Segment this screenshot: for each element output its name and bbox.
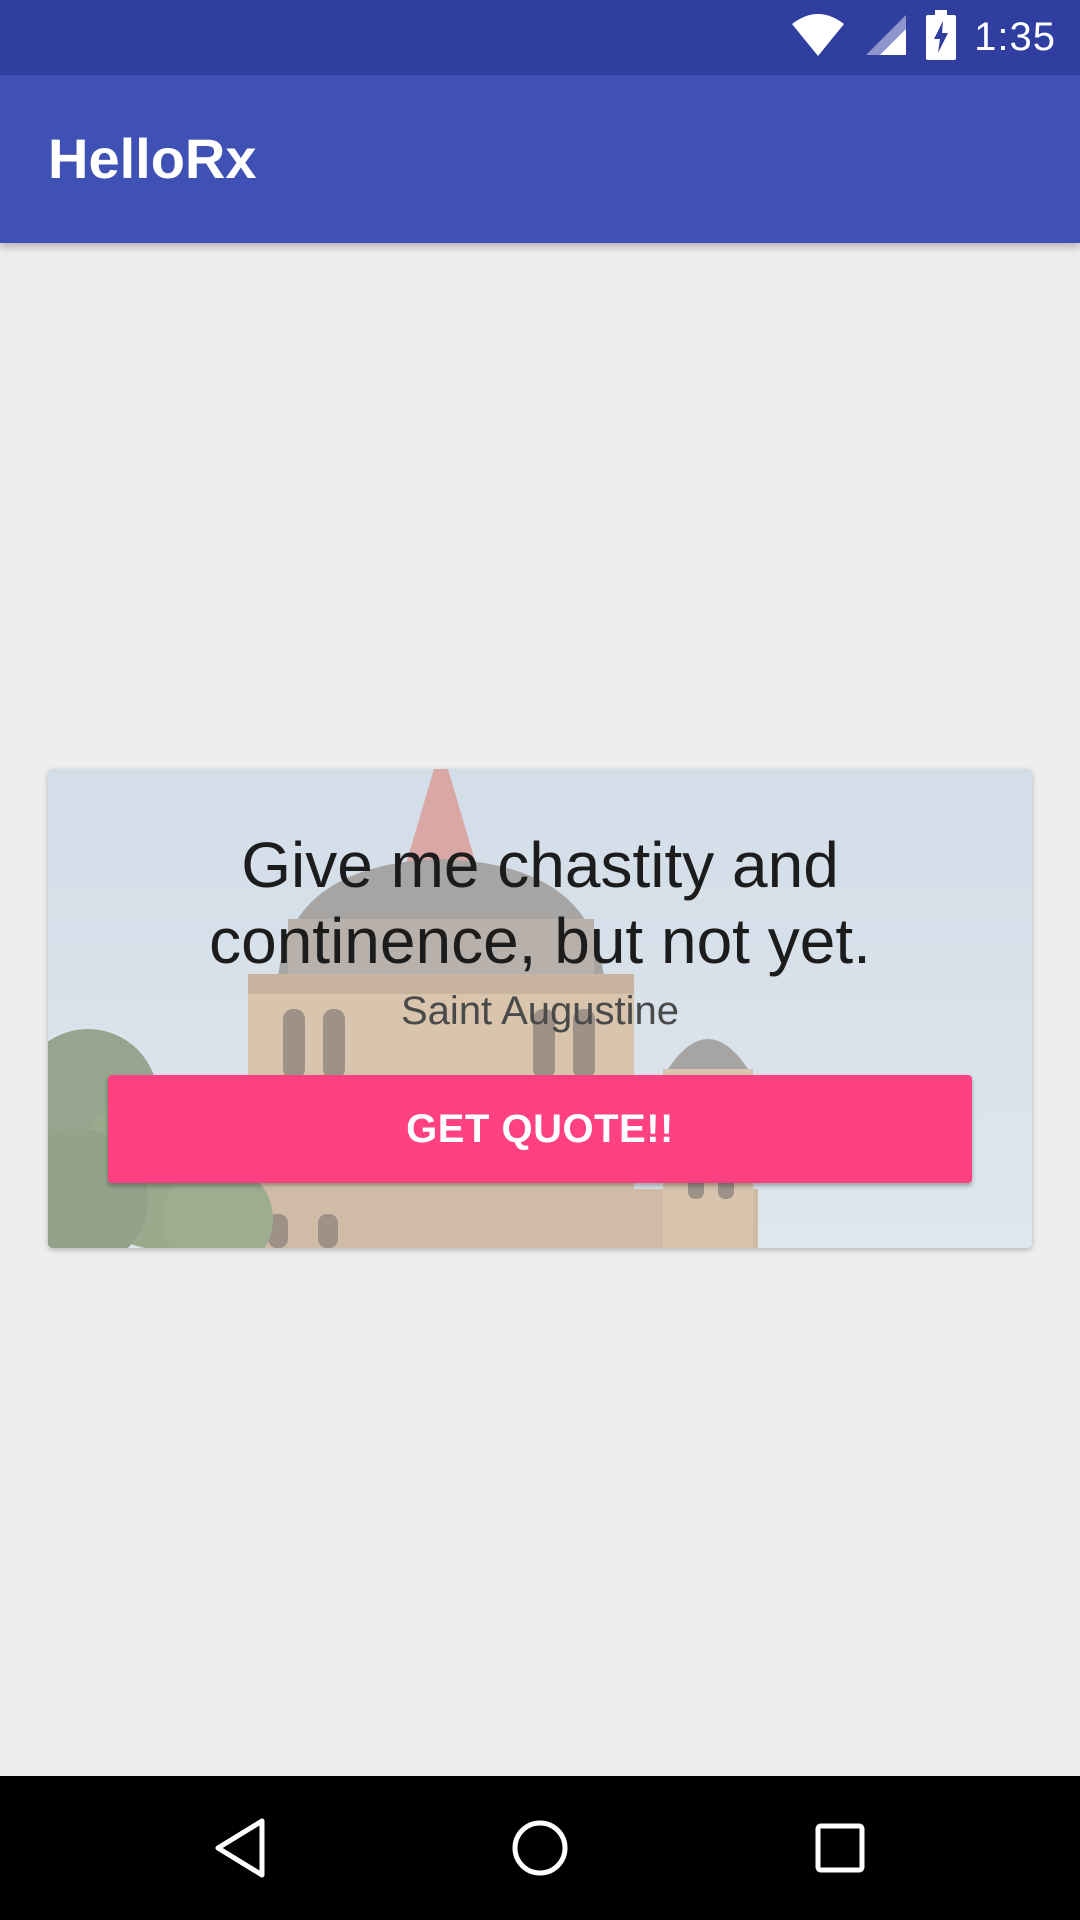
home-icon[interactable] bbox=[504, 1812, 576, 1884]
status-bar: 1:35 bbox=[0, 0, 1080, 75]
battery-charging-icon bbox=[926, 10, 957, 65]
status-time: 1:35 bbox=[974, 15, 1056, 59]
navigation-bar bbox=[0, 1776, 1080, 1920]
recents-icon[interactable] bbox=[804, 1812, 876, 1884]
quote-text: Give me chastity and continence, but not… bbox=[209, 829, 871, 977]
quote-author: Saint Augustine bbox=[401, 989, 679, 1033]
cell-signal-icon bbox=[864, 13, 908, 62]
status-icons: 1:35 bbox=[790, 0, 1056, 75]
get-quote-button[interactable]: GET QUOTE!! bbox=[108, 1075, 972, 1183]
quote-card: Give me chastity and continence, but not… bbox=[48, 769, 1032, 1248]
app-title: HelloRx bbox=[48, 127, 257, 190]
wifi-icon bbox=[790, 12, 846, 63]
app-bar: HelloRx bbox=[0, 75, 1080, 243]
back-icon[interactable] bbox=[204, 1812, 276, 1884]
